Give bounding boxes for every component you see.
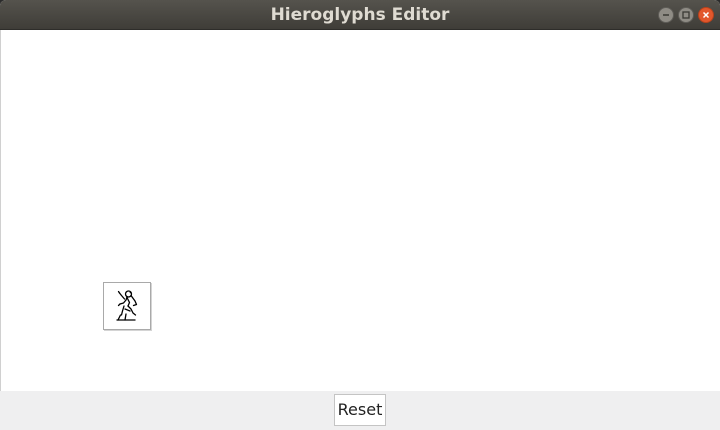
close-icon	[702, 11, 710, 19]
title-bar[interactable]: Hieroglyphs Editor	[0, 0, 720, 30]
close-button[interactable]	[698, 7, 714, 23]
minimize-button[interactable]	[658, 7, 674, 23]
reset-button[interactable]: Reset	[334, 394, 386, 426]
seated-man-hieroglyph-icon	[116, 290, 138, 321]
glyph-tile[interactable]	[103, 282, 151, 330]
bottom-toolbar: Reset	[0, 391, 720, 430]
window-title: Hieroglyphs Editor	[270, 5, 450, 25]
app-window: Hieroglyphs Editor Reset	[0, 0, 720, 430]
minimize-icon	[663, 14, 669, 16]
editor-canvas[interactable]	[0, 30, 720, 391]
maximize-icon	[682, 11, 690, 19]
maximize-button[interactable]	[678, 7, 694, 23]
